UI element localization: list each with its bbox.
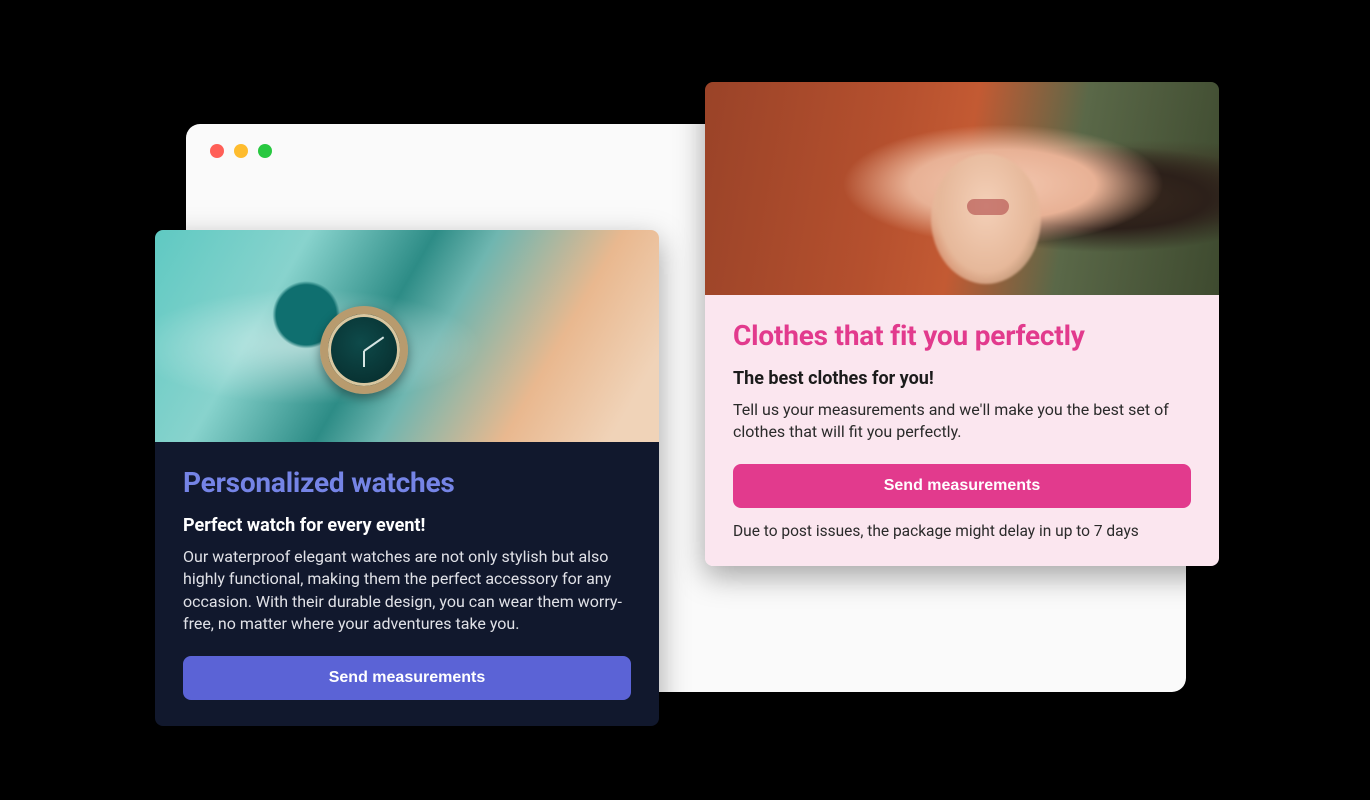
watch-face-image: [320, 306, 408, 394]
clothes-card-description: Tell us your measurements and we'll make…: [733, 399, 1191, 444]
clothes-card-title: Clothes that fit you perfectly: [733, 319, 1191, 352]
clothes-card-body: Clothes that fit you perfectly The best …: [705, 295, 1219, 566]
person-face-image: [931, 154, 1041, 284]
minimize-window-icon[interactable]: [234, 144, 248, 158]
maximize-window-icon[interactable]: [258, 144, 272, 158]
clothes-card: Clothes that fit you perfectly The best …: [705, 82, 1219, 566]
send-measurements-button[interactable]: Send measurements: [733, 464, 1191, 508]
clothes-card-subtitle: The best clothes for you!: [733, 368, 1191, 389]
clothes-hero-image: [705, 82, 1219, 295]
watch-card-description: Our waterproof elegant watches are not o…: [183, 546, 631, 636]
person-face-detail: [967, 199, 1009, 215]
window-traffic-lights: [210, 144, 272, 158]
clothes-card-footnote: Due to post issues, the package might de…: [733, 522, 1191, 540]
watch-card-body: Personalized watches Perfect watch for e…: [155, 442, 659, 726]
close-window-icon[interactable]: [210, 144, 224, 158]
watch-card: Personalized watches Perfect watch for e…: [155, 230, 659, 726]
watch-card-subtitle: Perfect watch for every event!: [183, 515, 631, 536]
send-measurements-button[interactable]: Send measurements: [183, 656, 631, 700]
watch-card-title: Personalized watches: [183, 466, 631, 499]
watch-hero-image: [155, 230, 659, 442]
